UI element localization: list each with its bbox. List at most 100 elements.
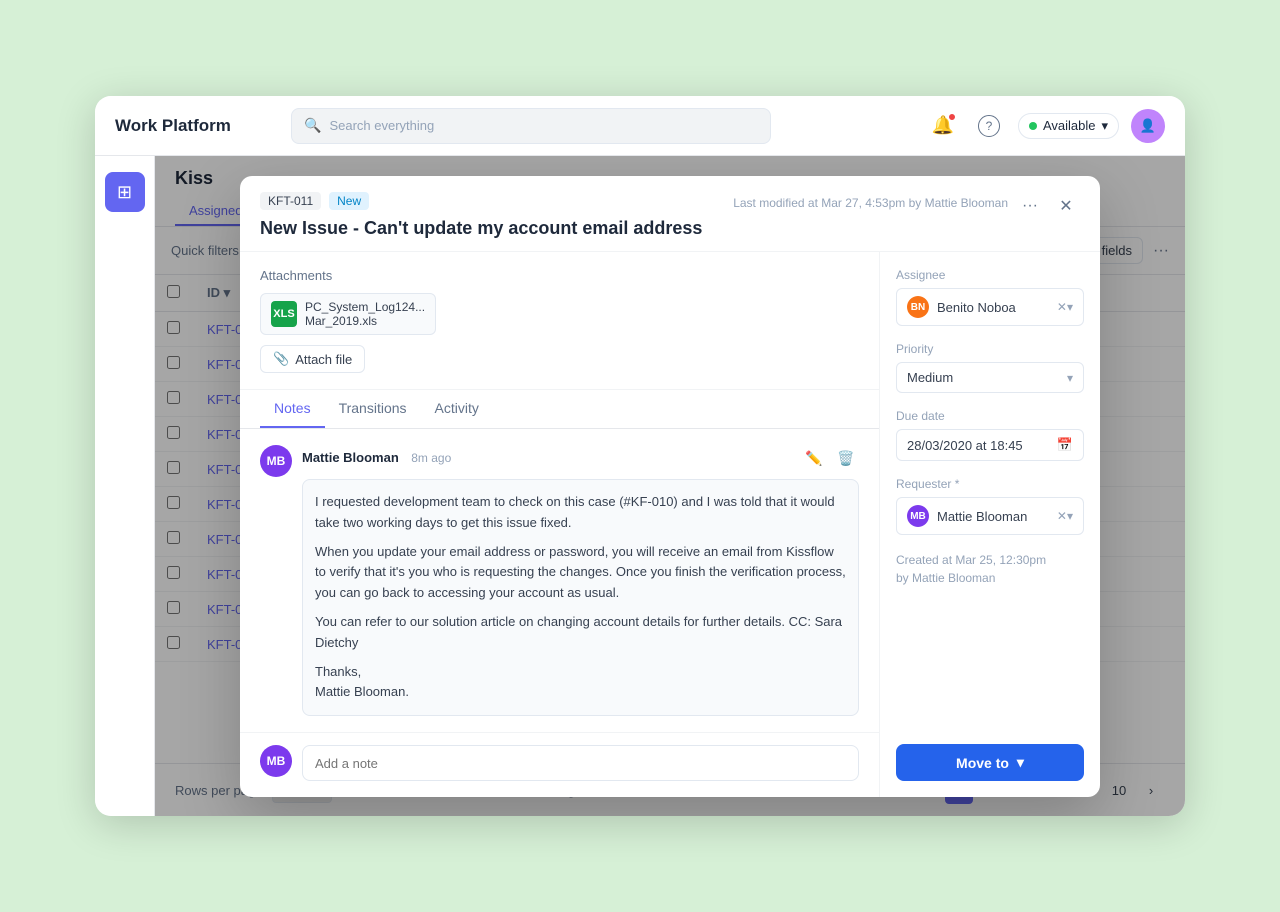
due-date-text: 28/03/2020 at 18:45 (907, 438, 1023, 453)
note-entry: MB Mattie Blooman 8m ago (260, 445, 859, 716)
assignee-chevron-icon: ▾ (1067, 300, 1073, 314)
requester-name: Mattie Blooman (937, 509, 1027, 524)
help-icon: ? (978, 115, 1000, 137)
note-paragraph-4: Thanks,Mattie Blooman. (315, 662, 846, 704)
assignee-select[interactable]: BN Benito Noboa ✕ ▾ (896, 288, 1084, 326)
grid-icon: ⊞ (117, 182, 132, 203)
move-to-label: Move to (956, 755, 1009, 771)
priority-value: Medium (907, 370, 953, 385)
availability-button[interactable]: Available ▾ (1018, 113, 1119, 139)
requester-field: Requester * MB Mattie Blooman ✕ ▾ (896, 477, 1084, 535)
attachment-file[interactable]: XLS PC_System_Log124...Mar_2019.xls (260, 293, 436, 335)
move-to-section: Move to ▾ (896, 724, 1084, 781)
assignee-avatar: BN (907, 296, 929, 318)
app-title: Work Platform (115, 116, 275, 136)
created-at-text: Created at Mar 25, 12:30pm (896, 551, 1084, 569)
sidebar: ⊞ (95, 156, 155, 816)
add-note-area: MB (240, 732, 879, 797)
search-placeholder: Search everything (329, 118, 434, 133)
search-icon: 🔍 (304, 117, 321, 134)
modal-close-button[interactable]: ✕ (1052, 192, 1080, 220)
note-paragraph-3: You can refer to our solution article on… (315, 612, 846, 654)
created-by-text: by Mattie Blooman (896, 569, 1084, 587)
note-meta: Mattie Blooman 8m ago ✏️ 🗑️ (302, 445, 859, 471)
requester-select-inner: MB Mattie Blooman (907, 505, 1057, 527)
priority-label: Priority (896, 342, 1084, 356)
add-note-input[interactable] (302, 745, 859, 781)
note-text: I requested development team to check on… (302, 479, 859, 716)
status-badge: New (329, 192, 369, 210)
assignee-label: Assignee (896, 268, 1084, 282)
modal-overlay: KFT-011 New New Issue - Can't update my … (155, 156, 1185, 816)
modal-header-right: Last modified at Mar 27, 4:53pm by Matti… (733, 192, 1080, 220)
modal-header-left: KFT-011 New New Issue - Can't update my … (260, 192, 723, 239)
notes-content: MB Mattie Blooman 8m ago (240, 429, 879, 732)
clear-assignee-button[interactable]: ✕ (1057, 300, 1067, 314)
attachment-filename: PC_System_Log124...Mar_2019.xls (305, 300, 425, 328)
calendar-icon: 📅 (1057, 437, 1073, 453)
assignee-name: Benito Noboa (937, 300, 1016, 315)
note-time: 8m ago (411, 451, 451, 465)
user-avatar[interactable]: 👤 (1131, 109, 1165, 143)
tab-activity[interactable]: Activity (421, 390, 493, 428)
due-date-field: Due date 28/03/2020 at 18:45 📅 (896, 409, 1084, 461)
tab-notes[interactable]: Notes (260, 390, 325, 428)
attachments-section: Attachments XLS PC_System_Log124...Mar_2… (240, 252, 879, 390)
delete-note-button[interactable]: 🗑️ (833, 445, 859, 471)
attach-file-label: Attach file (295, 352, 352, 367)
requester-label: Requester * (896, 477, 1084, 491)
modal-header: KFT-011 New New Issue - Can't update my … (240, 176, 1100, 252)
created-info: Created at Mar 25, 12:30pm by Mattie Blo… (896, 551, 1084, 587)
move-to-chevron-icon: ▾ (1017, 754, 1024, 771)
assignee-field: Assignee BN Benito Noboa ✕ ▾ (896, 268, 1084, 326)
attach-file-button[interactable]: 📎 Attach file (260, 345, 365, 373)
available-chevron: ▾ (1101, 118, 1108, 134)
due-date-label: Due date (896, 409, 1084, 423)
note-paragraph-1: I requested development team to check on… (315, 492, 846, 534)
search-bar[interactable]: 🔍 Search everything (291, 108, 771, 144)
notification-badge (948, 113, 956, 121)
note-author-name: Mattie Blooman (302, 450, 399, 465)
modal-right-panel: Assignee BN Benito Noboa ✕ ▾ (880, 252, 1100, 797)
priority-select[interactable]: Medium ▾ (896, 362, 1084, 393)
navbar: Work Platform 🔍 Search everything 🔔 ? Av… (95, 96, 1185, 156)
issue-id-badge: KFT-011 (260, 192, 321, 210)
help-button[interactable]: ? (972, 109, 1006, 143)
due-date-value[interactable]: 28/03/2020 at 18:45 📅 (896, 429, 1084, 461)
requester-avatar: MB (907, 505, 929, 527)
priority-field: Priority Medium ▾ (896, 342, 1084, 393)
main-content: ⊞ Kiss Assigned to me Unassigned All iss… (95, 156, 1185, 816)
priority-chevron-icon: ▾ (1067, 371, 1073, 385)
available-label: Available (1043, 118, 1096, 133)
note-author-avatar: MB (260, 445, 292, 477)
note-meta-left: Mattie Blooman 8m ago (302, 449, 451, 467)
add-note-avatar: MB (260, 745, 292, 777)
page-area: Kiss Assigned to me Unassigned All issue… (155, 156, 1185, 816)
modal-body: Attachments XLS PC_System_Log124...Mar_2… (240, 252, 1100, 797)
attachments-label: Attachments (260, 268, 859, 283)
paperclip-icon: 📎 (273, 351, 289, 367)
navbar-actions: 🔔 ? Available ▾ 👤 (926, 109, 1165, 143)
modal-badges: KFT-011 New (260, 192, 723, 210)
tab-transitions[interactable]: Transitions (325, 390, 421, 428)
modal-title: New Issue - Can't update my account emai… (260, 218, 723, 239)
note-body: Mattie Blooman 8m ago ✏️ 🗑️ (302, 445, 859, 716)
note-actions: ✏️ 🗑️ (801, 445, 859, 471)
sidebar-item-grid[interactable]: ⊞ (105, 172, 145, 212)
note-paragraph-2: When you update your email address or pa… (315, 542, 846, 604)
assignee-select-inner: BN Benito Noboa (907, 296, 1057, 318)
move-to-button[interactable]: Move to ▾ (896, 744, 1084, 781)
clear-requester-button[interactable]: ✕ (1057, 509, 1067, 523)
issue-modal: KFT-011 New New Issue - Can't update my … (240, 176, 1100, 797)
available-dot (1029, 122, 1037, 130)
avatar-initials: 👤 (1140, 118, 1156, 134)
notifications-button[interactable]: 🔔 (926, 109, 960, 143)
modal-left-panel: Attachments XLS PC_System_Log124...Mar_2… (240, 252, 880, 797)
edit-note-button[interactable]: ✏️ (801, 445, 827, 471)
excel-file-icon: XLS (271, 301, 297, 327)
requester-select[interactable]: MB Mattie Blooman ✕ ▾ (896, 497, 1084, 535)
requester-chevron-icon: ▾ (1067, 509, 1073, 523)
modal-modified-text: Last modified at Mar 27, 4:53pm by Matti… (733, 196, 1008, 210)
modal-tabs: Notes Transitions Activity (240, 390, 879, 429)
modal-more-button[interactable]: ··· (1016, 192, 1044, 220)
